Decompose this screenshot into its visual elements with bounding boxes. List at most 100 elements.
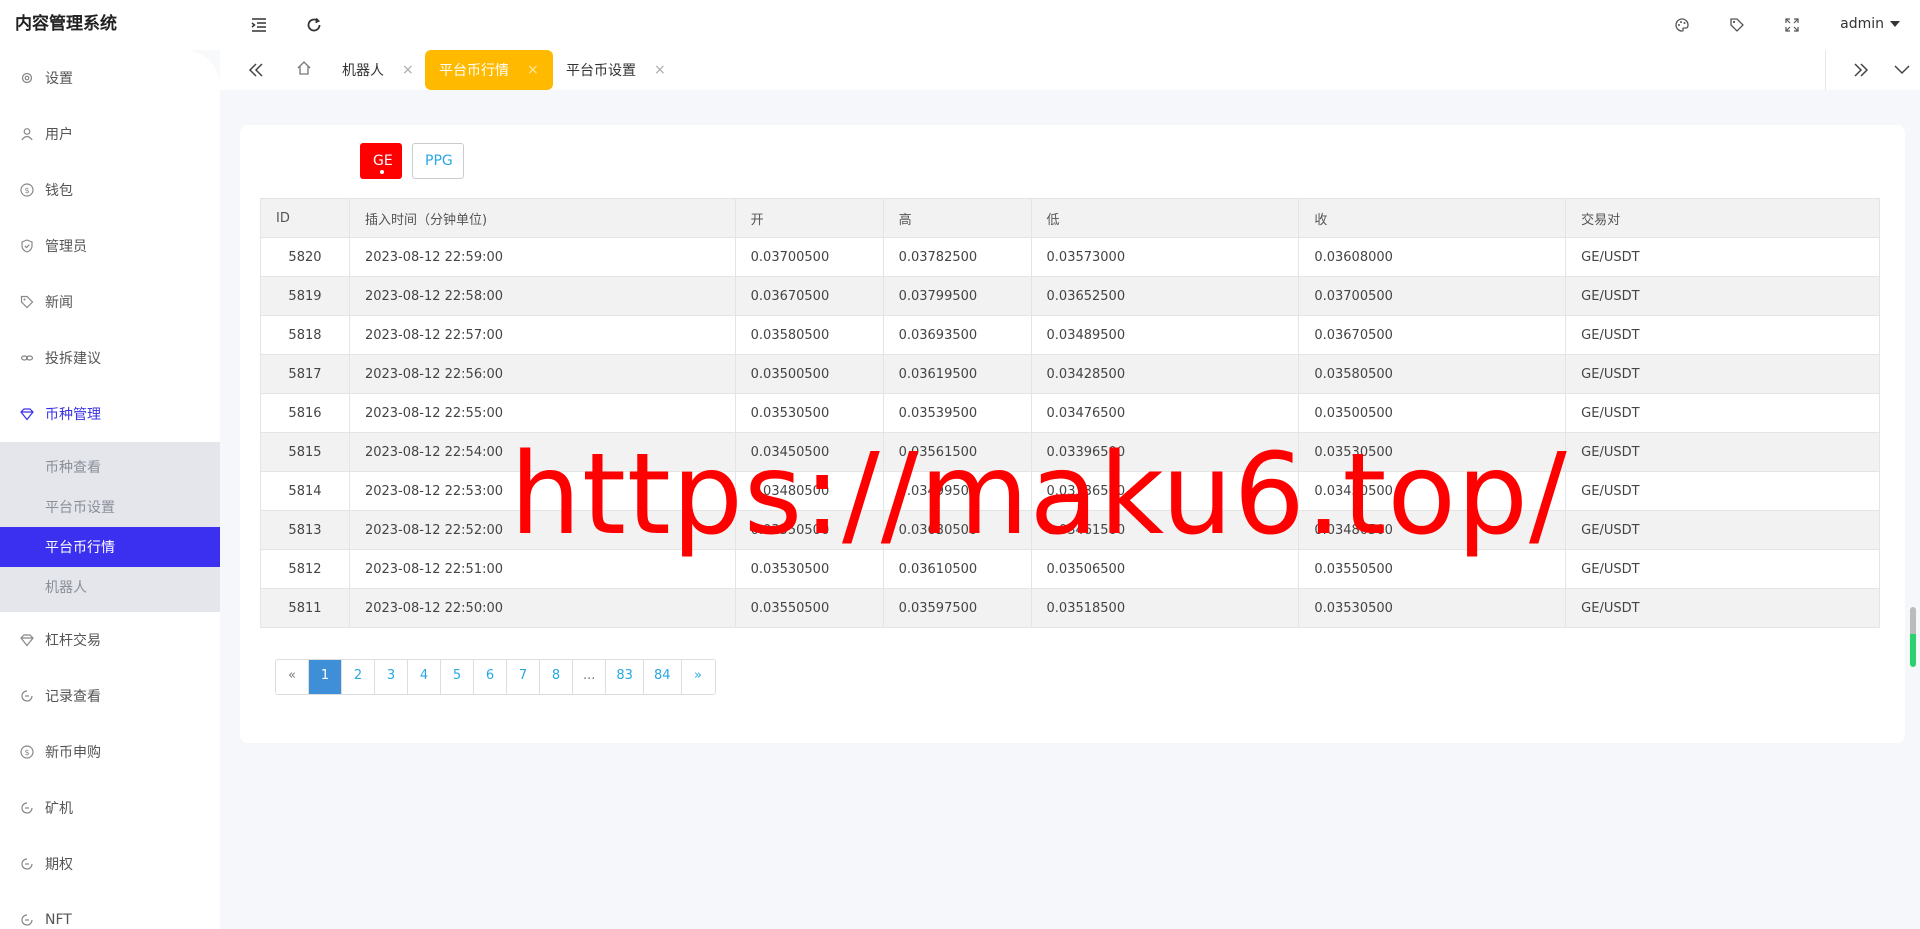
cell-high: 0.03799500 xyxy=(882,276,1032,316)
palette-icon[interactable] xyxy=(1671,14,1693,36)
username: admin xyxy=(1840,16,1884,32)
sidebar-item-options[interactable]: 期权 xyxy=(0,836,220,892)
sidebar-item-records[interactable]: 记录查看 xyxy=(0,668,220,724)
caret-down-icon xyxy=(1890,21,1900,27)
sidebar-item-admins[interactable]: 管理员 xyxy=(0,218,220,274)
column-header: 高 xyxy=(882,198,1032,238)
sidebar-subitem-robot[interactable]: 机器人 xyxy=(0,567,220,607)
cell-pair: GE/USDT xyxy=(1565,354,1880,394)
collapse-menu-icon[interactable] xyxy=(248,14,270,36)
close-icon[interactable]: × xyxy=(654,62,666,78)
cell-high: 0.03693500 xyxy=(882,315,1032,355)
tag-icon xyxy=(20,295,34,309)
gear-icon xyxy=(20,71,34,85)
pagination-page[interactable]: 8 xyxy=(540,660,573,694)
pagination-next[interactable]: » xyxy=(681,660,715,694)
cell-pair: GE/USDT xyxy=(1565,588,1880,628)
cell-close: 0.03608000 xyxy=(1298,237,1567,277)
sidebar-subitem-platform-coin-settings[interactable]: 平台币设置 xyxy=(0,487,220,527)
cell-pair: GE/USDT xyxy=(1565,549,1880,589)
cell-open: 0.03670500 xyxy=(734,276,884,316)
user-menu[interactable]: admin xyxy=(1840,16,1900,32)
coin-button-ge[interactable]: GE xyxy=(360,143,402,179)
pagination-page[interactable]: 6 xyxy=(474,660,507,694)
shield-icon xyxy=(20,239,34,253)
cell-id: 5817 xyxy=(260,354,350,394)
sidebar-item-label: 新币申购 xyxy=(45,745,101,761)
link-icon xyxy=(20,351,34,365)
table-row: 5811 2023-08-12 22:50:00 0.03550500 0.03… xyxy=(260,588,1880,628)
sidebar-item-settings[interactable]: 设置 xyxy=(0,50,220,106)
close-icon[interactable]: × xyxy=(402,62,414,78)
table-row: 5819 2023-08-12 22:58:00 0.03670500 0.03… xyxy=(260,276,1880,316)
cell-high: 0.03539500 xyxy=(882,393,1032,433)
pagination-page[interactable]: 4 xyxy=(408,660,441,694)
sidebar-item-label: 期权 xyxy=(45,857,73,873)
refresh-icon[interactable] xyxy=(303,14,325,36)
sidebar-item-leverage-trading[interactable]: 杠杆交易 xyxy=(0,612,220,668)
cell-low: 0.03489500 xyxy=(1030,315,1300,355)
pagination-page[interactable]: 83 xyxy=(606,660,644,694)
sidebar-item-label: 矿机 xyxy=(45,801,73,817)
sidebar-item-currency-management[interactable]: 币种管理 xyxy=(0,386,220,442)
cell-open: 0.03550500 xyxy=(734,588,884,628)
cell-id: 5818 xyxy=(260,315,350,355)
sidebar-subitem-platform-coin-market[interactable]: 平台币行情 xyxy=(0,527,220,567)
pagination-page[interactable]: 1 xyxy=(309,660,342,694)
sidebar-subitem-currency-view[interactable]: 币种查看 xyxy=(0,447,220,487)
pagination-prev[interactable]: « xyxy=(276,660,309,694)
close-icon[interactable]: × xyxy=(527,62,539,78)
tag-icon[interactable] xyxy=(1726,14,1748,36)
sidebar-item-new-coin-subscription[interactable]: $ 新币申购 xyxy=(0,724,220,780)
cell-close: 0.03530500 xyxy=(1298,588,1567,628)
chevron-down-icon[interactable] xyxy=(1891,59,1913,81)
cell-low: 0.03573000 xyxy=(1030,237,1300,277)
sidebar-item-label: 钱包 xyxy=(45,183,73,199)
tab-platform-coin-settings[interactable]: 平台币设置 × xyxy=(566,50,666,90)
circle-arrow-icon xyxy=(20,857,34,871)
sidebar-item-label: 用户 xyxy=(45,127,73,143)
cell-open: 0.03530500 xyxy=(734,393,884,433)
sidebar-item-mining[interactable]: 矿机 xyxy=(0,780,220,836)
tabs-bar: 机器人 × 平台币行情 × 平台币设置 × xyxy=(220,50,1920,90)
sidebar-item-wallet[interactable]: $ 钱包 xyxy=(0,162,220,218)
svg-text:$: $ xyxy=(24,748,29,757)
pagination-page[interactable]: 7 xyxy=(507,660,540,694)
dollar-icon: $ xyxy=(20,745,34,759)
cell-high: 0.03597500 xyxy=(882,588,1032,628)
scroll-tabs-left-icon[interactable] xyxy=(245,59,267,81)
fullscreen-icon[interactable] xyxy=(1781,14,1803,36)
sidebar-item-nft[interactable]: NFT xyxy=(0,892,220,929)
pagination-page[interactable]: 5 xyxy=(441,660,474,694)
sidebar-item-label: 杠杆交易 xyxy=(45,633,101,649)
cell-pair: GE/USDT xyxy=(1565,432,1880,472)
sidebar-item-label: 管理员 xyxy=(45,239,87,255)
page-scrollbar[interactable] xyxy=(1910,607,1916,667)
cell-time: 2023-08-12 22:56:00 xyxy=(348,354,736,394)
watermark-text: https://maku6.top/ xyxy=(510,430,1568,560)
cell-pair: GE/USDT xyxy=(1565,276,1880,316)
pagination-page[interactable]: 3 xyxy=(375,660,408,694)
cell-pair: GE/USDT xyxy=(1565,393,1880,433)
column-header: 开 xyxy=(734,198,884,238)
coin-button-ppg[interactable]: PPG xyxy=(412,143,464,179)
sidebar-item-users[interactable]: 用户 xyxy=(0,106,220,162)
cell-pair: GE/USDT xyxy=(1565,510,1880,550)
tab-home[interactable] xyxy=(293,50,315,90)
currency-submenu: 币种查看 平台币设置 平台币行情 机器人 xyxy=(0,442,220,612)
pagination-page[interactable]: 84 xyxy=(643,660,682,694)
cell-id: 5820 xyxy=(260,237,350,277)
scroll-tabs-right-icon[interactable] xyxy=(1850,59,1872,81)
cell-close: 0.03700500 xyxy=(1298,276,1567,316)
cell-time: 2023-08-12 22:55:00 xyxy=(348,393,736,433)
tab-platform-coin-market[interactable]: 平台币行情 × xyxy=(425,50,553,90)
cell-high: 0.03782500 xyxy=(882,237,1032,277)
sidebar-item-news[interactable]: 新闻 xyxy=(0,274,220,330)
sidebar: 内容管理系统 设置 用户 $ 钱包 管理员 新闻 投拆建议 币种管理 币种查看 … xyxy=(0,0,220,929)
table-header-row: ID 插入时间（分钟单位) 开 高 低 收 交易对 xyxy=(260,198,1880,238)
pagination-page[interactable]: 2 xyxy=(342,660,375,694)
sidebar-item-feedback[interactable]: 投拆建议 xyxy=(0,330,220,386)
cell-open: 0.03580500 xyxy=(734,315,884,355)
cell-id: 5815 xyxy=(260,432,350,472)
tab-robot[interactable]: 机器人 × xyxy=(342,50,414,90)
